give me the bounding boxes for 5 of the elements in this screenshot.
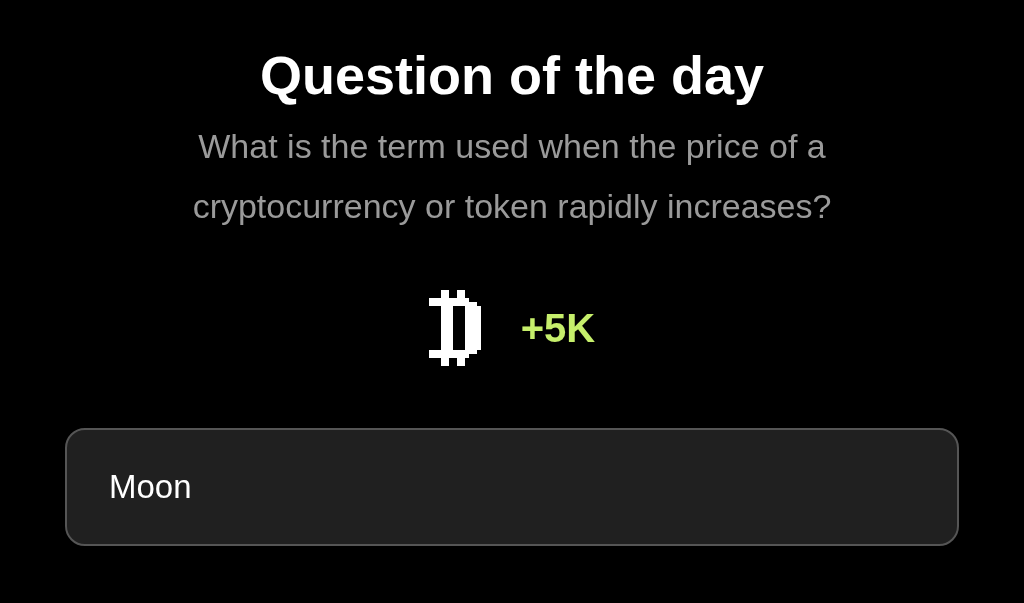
coin-icon — [428, 290, 481, 366]
answer-field[interactable]: Moon — [65, 428, 959, 546]
question-text: What is the term used when the price of a cryptocurrency or token rapidly increases? — [191, 126, 833, 227]
question-title: Question of the day — [259, 44, 764, 107]
reward-amount: +5K — [520, 305, 596, 351]
